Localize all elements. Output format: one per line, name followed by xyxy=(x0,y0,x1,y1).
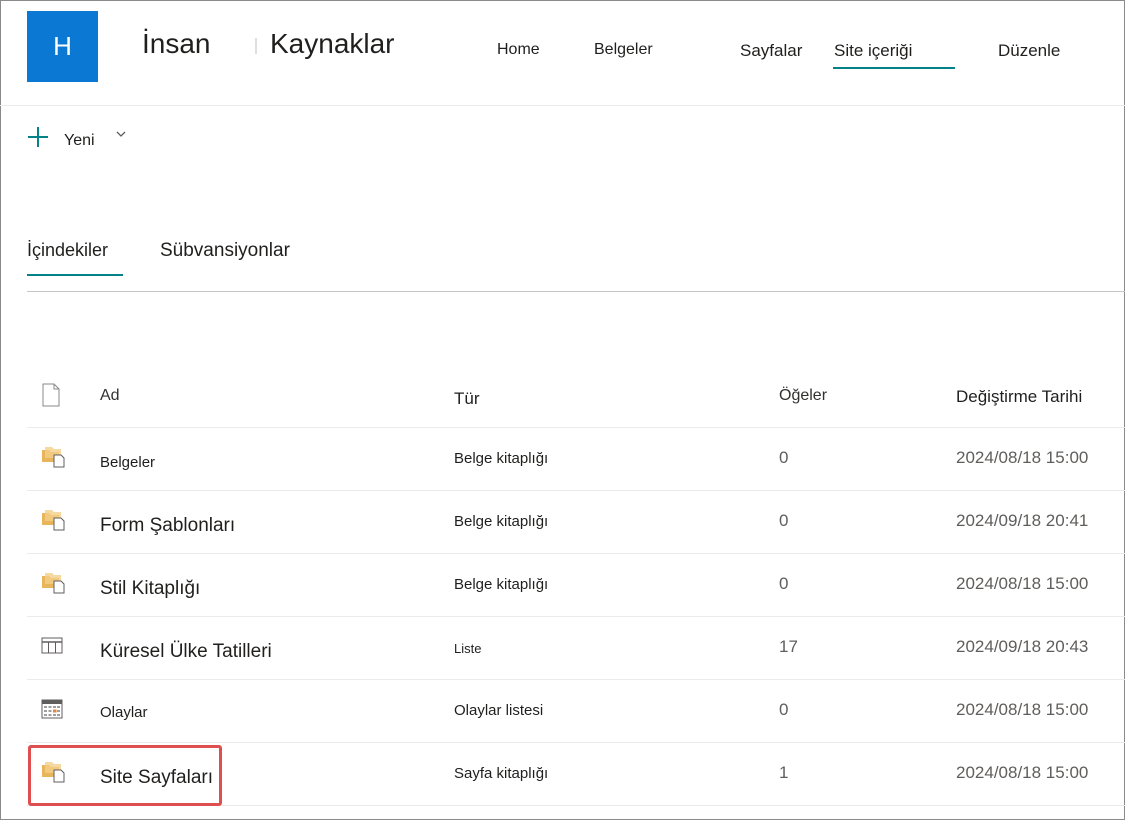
row-name[interactable]: Stil Kitaplığı xyxy=(100,578,200,600)
column-header-name[interactable]: Ad xyxy=(100,387,120,405)
nav-site-icerigi[interactable]: Site içeriği xyxy=(834,41,912,61)
tab-selected-indicator xyxy=(27,274,123,276)
row-items: 0 xyxy=(779,700,789,719)
table-row[interactable]: Olaylar Olaylar listesi 0 2024/08/18 15:… xyxy=(27,680,1125,743)
table-row[interactable]: Belgeler Belge kitaplığı 0 2024/08/18 15… xyxy=(27,428,1125,491)
tabs-divider xyxy=(27,291,1125,292)
row-type: Liste xyxy=(454,641,482,656)
title-separator xyxy=(255,38,257,54)
row-items: 1 xyxy=(779,763,789,782)
column-header-type[interactable]: Tür xyxy=(454,389,480,409)
document-library-icon xyxy=(41,509,67,536)
row-type: Belge kitaplığı xyxy=(454,450,549,467)
nav-active-indicator xyxy=(833,67,955,69)
row-name[interactable]: Form Şablonları xyxy=(100,515,235,537)
row-type: Belge kitaplığı xyxy=(454,576,549,593)
highlight-box xyxy=(28,745,222,806)
column-header-modified[interactable]: Değiştirme Tarihi xyxy=(956,387,1082,407)
site-contents-table: Ad Tür Öğeler Değiştirme Tarihi Belgeler… xyxy=(27,365,1125,806)
row-modified: 2024/09/18 20:41 xyxy=(956,511,1089,530)
row-type: Belge kitaplığı xyxy=(454,513,549,530)
row-type: Sayfa kitaplığı xyxy=(454,765,549,782)
row-modified: 2024/09/18 20:43 xyxy=(956,637,1089,656)
row-modified: 2024/08/18 15:00 xyxy=(956,763,1089,782)
document-library-icon xyxy=(41,572,67,599)
table-row[interactable]: Stil Kitaplığı Belge kitaplığı 0 2024/08… xyxy=(27,554,1125,617)
file-type-icon[interactable] xyxy=(41,383,61,412)
nav-home[interactable]: Home xyxy=(497,41,540,59)
column-header-items[interactable]: Öğeler xyxy=(779,387,827,405)
nav-duzenle[interactable]: Düzenle xyxy=(998,41,1060,61)
row-items: 0 xyxy=(779,574,789,593)
row-name[interactable]: Küresel Ülke Tatilleri xyxy=(100,641,272,663)
chevron-down-icon[interactable] xyxy=(115,128,127,143)
row-items: 0 xyxy=(779,511,789,530)
tab-icindekiler[interactable]: İçindekiler xyxy=(27,240,108,261)
row-items: 0 xyxy=(779,448,789,467)
site-logo[interactable]: H xyxy=(27,11,98,82)
nav-belgeler[interactable]: Belgeler xyxy=(594,41,653,59)
plus-icon xyxy=(27,126,49,148)
row-modified: 2024/08/18 15:00 xyxy=(956,574,1089,593)
nav-sayfalar[interactable]: Sayfalar xyxy=(740,41,802,61)
new-button[interactable] xyxy=(27,126,49,148)
table-row[interactable]: Küresel Ülke Tatilleri Liste 17 2024/09/… xyxy=(27,617,1125,680)
row-modified: 2024/08/18 15:00 xyxy=(956,700,1089,719)
row-name[interactable]: Belgeler xyxy=(100,454,155,471)
calendar-icon xyxy=(41,698,63,725)
tab-subvansiyonlar[interactable]: Sübvansiyonlar xyxy=(160,240,290,262)
new-button-label[interactable]: Yeni xyxy=(64,132,95,150)
site-title-part1[interactable]: İnsan xyxy=(142,28,211,60)
row-name[interactable]: Olaylar xyxy=(100,704,148,721)
document-library-icon xyxy=(41,446,67,473)
row-modified: 2024/08/18 15:00 xyxy=(956,448,1089,467)
site-header: H İnsan Kaynaklar Home Belgeler Sayfalar… xyxy=(0,0,1125,106)
site-title-part2[interactable]: Kaynaklar xyxy=(270,28,395,60)
row-items: 17 xyxy=(779,637,798,656)
list-icon xyxy=(41,637,63,660)
table-header-row: Ad Tür Öğeler Değiştirme Tarihi xyxy=(27,365,1125,428)
table-row[interactable]: Form Şablonları Belge kitaplığı 0 2024/0… xyxy=(27,491,1125,554)
row-type: Olaylar listesi xyxy=(454,702,544,719)
